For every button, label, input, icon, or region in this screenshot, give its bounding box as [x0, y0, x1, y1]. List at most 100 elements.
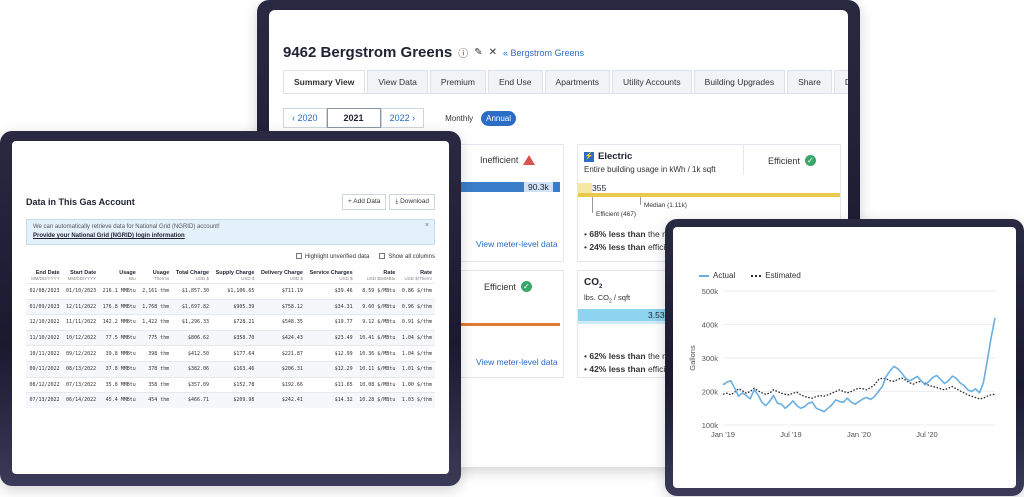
table-row[interactable]: 10/11/2022 09/12/2022 39.8 MMBtu 398 thm $41… [26, 345, 435, 362]
gas-status-label: Inefficient [480, 155, 519, 165]
usage-line-chart: 100k 200k 300k 400k 500k Jan '19 Jul '19 Jan '2… [688, 287, 996, 439]
table-cell: $209.98 [212, 392, 258, 408]
median-marker [640, 197, 641, 205]
period-toggle: Monthly Annual [440, 110, 517, 126]
tab-view-data[interactable]: View Data [367, 70, 428, 93]
gas-meter-link[interactable]: View meter-level data [476, 239, 558, 249]
table-cell: 02/08/2023 [26, 283, 63, 300]
monthly-toggle[interactable]: Monthly [440, 111, 478, 126]
table-cell: $12.99 [305, 345, 356, 362]
column-header[interactable]: End Date MM/DD/YYYY [26, 268, 63, 284]
column-header[interactable]: Rate USD $/Therm [398, 268, 435, 284]
column-header[interactable]: Supply Charge USD $ [212, 268, 257, 284]
table-cell: 39.8 MMBtu [99, 345, 139, 362]
y-tick-label: 500k [702, 287, 719, 296]
prev-year-button[interactable]: ‹ 2020 [283, 108, 327, 128]
electric-heading: ⚡ Electric [584, 151, 632, 162]
x-tick-label: Jan '19 [711, 430, 735, 439]
table-cell: $1,296.33 [172, 314, 213, 331]
year-selector: ‹ 2020 2021 2022 › Monthly Annual [283, 108, 517, 128]
usage-chart-screen: Actual Estimated 100k 200k 300k 400k 500k Jan… [673, 227, 1016, 488]
table-cell: 35.8 MMBtu [99, 376, 139, 393]
current-year[interactable]: 2021 [326, 108, 381, 128]
tab-premium[interactable]: Premium [429, 70, 486, 93]
gas-account-frame: Data in This Gas Account + Add Data ⤓ Do… [0, 131, 461, 486]
table-cell: $905.39 [212, 298, 258, 315]
highlight-unverified-checkbox[interactable]: Highlight unverified data [295, 253, 369, 260]
other-meter-link[interactable]: View meter-level data [476, 357, 558, 367]
table-cell: 07/13/2022 [26, 392, 63, 408]
table-cell: 45.4 MMBtu [99, 392, 139, 408]
table-cell: 08/12/2022 [26, 376, 63, 393]
column-header[interactable]: Rate USD $/MMBtu [356, 268, 399, 284]
column-header[interactable]: Usage Btu [99, 268, 139, 284]
column-header[interactable]: Total Charge USD $ [172, 268, 212, 284]
table-cell: $192.66 [257, 376, 306, 393]
series-line-estimated [722, 377, 996, 400]
tab-utility-accounts[interactable]: Utility Accounts [612, 70, 692, 93]
electric-value: 355 [592, 183, 607, 193]
gas-data-table: End Date MM/DD/YYYY Start Date MM/DD/YYYY Us… [26, 268, 435, 408]
table-cell: 1.03 $/thm [398, 392, 435, 408]
tab-share[interactable]: Share [787, 70, 832, 93]
table-row[interactable]: 11/10/2022 10/12/2022 77.5 MMBtu 775 thm $80… [26, 329, 435, 346]
show-all-columns-checkbox[interactable]: Show all columns [379, 253, 435, 260]
table-cell: $11.65 [305, 376, 356, 393]
close-icon[interactable]: × [425, 222, 429, 229]
table-row[interactable]: 12/10/2022 11/11/2022 142.2 MMBtu 1,422 thm… [26, 314, 435, 331]
gas-account-title: Data in This Gas Account [26, 197, 135, 207]
x-tick-label: Jan '20 [847, 430, 871, 439]
download-button[interactable]: ⤓ Download [389, 194, 435, 210]
table-cell: 1.04 $/thm [398, 345, 435, 362]
table-cell: $758.12 [257, 298, 306, 315]
column-header[interactable]: Service Charges USD $ [306, 268, 356, 284]
table-cell: 12/11/2022 [62, 298, 100, 315]
breadcrumb[interactable]: « Bergstrom Greens [503, 48, 584, 58]
close-icon[interactable]: ✕ [489, 47, 497, 58]
table-cell: $382.06 [172, 360, 213, 378]
tab-end-use[interactable]: End Use [487, 70, 543, 93]
table-row[interactable]: 07/13/2022 06/14/2022 45.4 MMBtu 454 thm $46… [26, 392, 435, 408]
table-cell: $206.31 [257, 360, 306, 378]
table-row[interactable]: 09/11/2022 08/13/2022 37.8 MMBtu 378 thm $38… [26, 360, 435, 378]
add-data-button[interactable]: + Add Data [342, 194, 387, 210]
table-cell: 09/11/2022 [26, 360, 63, 378]
table-row[interactable]: 08/12/2022 07/13/2022 35.8 MMBtu 358 thm $35… [26, 376, 435, 393]
column-header[interactable]: Start Date MM/DD/YYYY [63, 268, 100, 284]
table-body: 02/08/2023 01/10/2023 216.1 MMBtu 2,161 thm… [26, 283, 435, 408]
chart-frame: Actual Estimated 100k 200k 300k 400k 500k Jan… [665, 219, 1024, 496]
table-cell: 10/12/2022 [62, 329, 100, 346]
next-year-button[interactable]: 2022 › [380, 108, 425, 128]
notice-link[interactable]: Provide your National Grid (NGRID) login… [33, 233, 428, 239]
tab-documents[interactable]: Documents [833, 70, 848, 93]
gas-actions: + Add Data ⤓ Download [342, 194, 435, 210]
table-row[interactable]: 01/09/2023 12/11/2022 176.8 MMBtu 1,768 thm… [26, 298, 435, 315]
table-cell: $221.87 [257, 345, 306, 362]
column-header[interactable]: Usage Therms [139, 268, 173, 284]
table-cell: 10.11 $/MBtu [355, 360, 399, 378]
table-cell: 09/12/2022 [62, 345, 100, 362]
info-icon[interactable]: ⓘ [458, 45, 468, 60]
pencil-icon[interactable]: ✎ [474, 47, 482, 58]
table-cell: 01/09/2023 [26, 298, 63, 315]
table-cell: 8.59 $/MBtu [355, 283, 399, 300]
electric-sublabel: Entire building usage in kWh / 1k sqft [584, 165, 716, 174]
tab-building-upgrades[interactable]: Building Upgrades [693, 70, 786, 93]
tab-apartments[interactable]: Apartments [544, 70, 611, 93]
electric-status-label: Efficient [768, 155, 800, 166]
table-cell: $466.71 [172, 392, 213, 408]
annual-toggle[interactable]: Annual [481, 110, 517, 126]
table-cell: $711.19 [257, 283, 306, 300]
table-row[interactable]: 02/08/2023 01/10/2023 216.1 MMBtu 2,161 thm… [26, 283, 435, 300]
table-cell: $358.70 [212, 329, 258, 346]
table-cell: $23.49 [305, 329, 356, 346]
electric-track [578, 193, 840, 197]
table-cell: 1,422 thm [138, 314, 173, 331]
table-cell: 454 thm [138, 392, 173, 408]
table-cell: $424.43 [257, 329, 306, 346]
tab-summary-view[interactable]: Summary View [283, 70, 366, 93]
column-header[interactable]: Delivery Charge USD $ [257, 268, 306, 284]
other-status-label: Efficient [484, 281, 516, 292]
table-cell: 0.96 $/thm [398, 298, 435, 315]
y-axis-label: Gallons [688, 345, 697, 371]
